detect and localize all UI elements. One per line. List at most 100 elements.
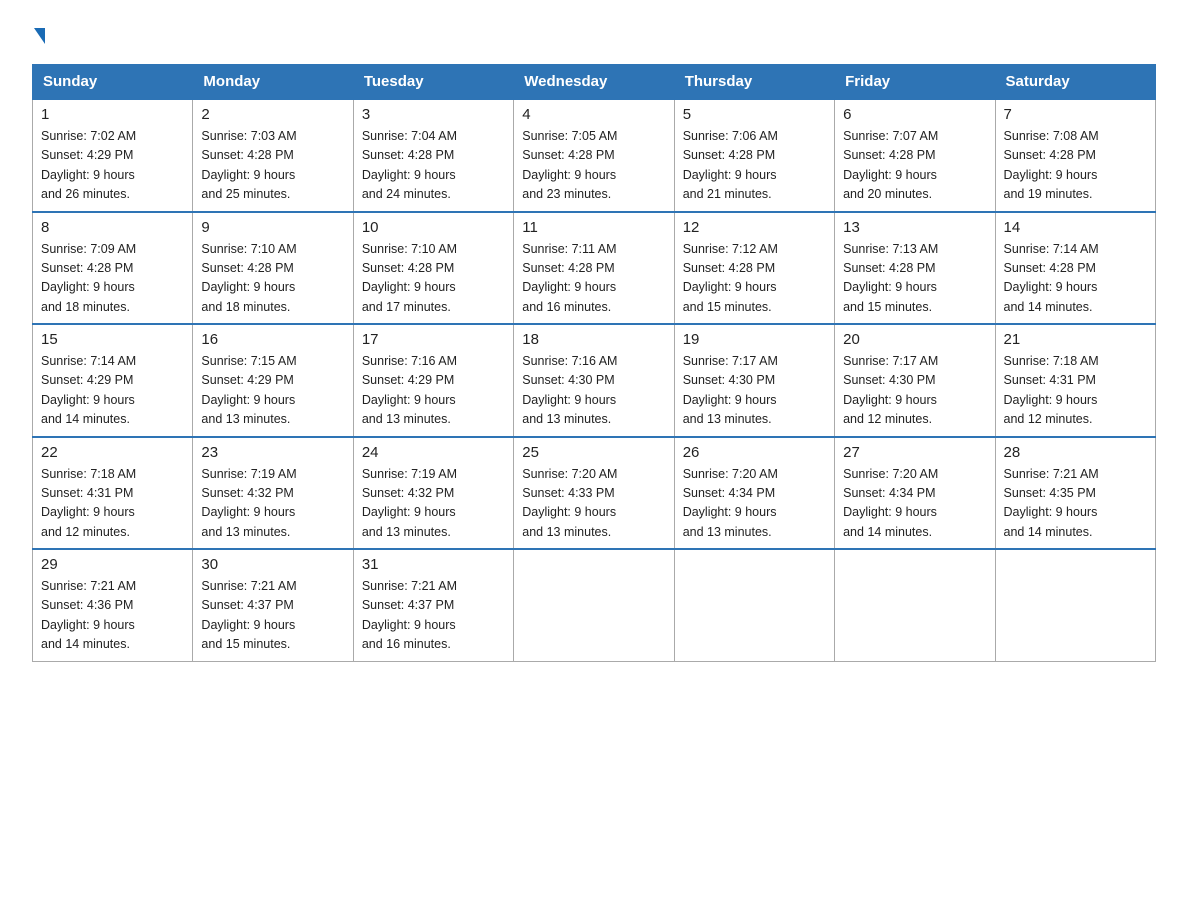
calendar-cell: 15 Sunrise: 7:14 AM Sunset: 4:29 PM Dayl… bbox=[33, 324, 193, 437]
cell-content: 17 Sunrise: 7:16 AM Sunset: 4:29 PM Dayl… bbox=[362, 331, 505, 430]
day-info: Sunrise: 7:02 AM Sunset: 4:29 PM Dayligh… bbox=[41, 127, 184, 205]
day-number: 12 bbox=[683, 219, 826, 236]
day-header-thursday: Thursday bbox=[674, 65, 834, 100]
cell-content: 31 Sunrise: 7:21 AM Sunset: 4:37 PM Dayl… bbox=[362, 556, 505, 655]
calendar-cell bbox=[995, 549, 1155, 661]
page-header bbox=[32, 24, 1156, 44]
calendar-cell: 7 Sunrise: 7:08 AM Sunset: 4:28 PM Dayli… bbox=[995, 99, 1155, 212]
day-number: 27 bbox=[843, 444, 986, 461]
calendar-cell: 10 Sunrise: 7:10 AM Sunset: 4:28 PM Dayl… bbox=[353, 212, 513, 325]
calendar-cell: 28 Sunrise: 7:21 AM Sunset: 4:35 PM Dayl… bbox=[995, 437, 1155, 550]
day-info: Sunrise: 7:16 AM Sunset: 4:29 PM Dayligh… bbox=[362, 352, 505, 430]
calendar-cell: 14 Sunrise: 7:14 AM Sunset: 4:28 PM Dayl… bbox=[995, 212, 1155, 325]
day-info: Sunrise: 7:11 AM Sunset: 4:28 PM Dayligh… bbox=[522, 240, 665, 318]
calendar-week-3: 15 Sunrise: 7:14 AM Sunset: 4:29 PM Dayl… bbox=[33, 324, 1156, 437]
day-info: Sunrise: 7:21 AM Sunset: 4:37 PM Dayligh… bbox=[362, 577, 505, 655]
cell-content: 3 Sunrise: 7:04 AM Sunset: 4:28 PM Dayli… bbox=[362, 106, 505, 205]
day-info: Sunrise: 7:12 AM Sunset: 4:28 PM Dayligh… bbox=[683, 240, 826, 318]
calendar-cell: 11 Sunrise: 7:11 AM Sunset: 4:28 PM Dayl… bbox=[514, 212, 674, 325]
day-number: 3 bbox=[362, 106, 505, 123]
calendar-cell: 31 Sunrise: 7:21 AM Sunset: 4:37 PM Dayl… bbox=[353, 549, 513, 661]
day-number: 25 bbox=[522, 444, 665, 461]
day-number: 4 bbox=[522, 106, 665, 123]
day-number: 11 bbox=[522, 219, 665, 236]
day-header-friday: Friday bbox=[835, 65, 995, 100]
cell-content: 2 Sunrise: 7:03 AM Sunset: 4:28 PM Dayli… bbox=[201, 106, 344, 205]
cell-content: 22 Sunrise: 7:18 AM Sunset: 4:31 PM Dayl… bbox=[41, 444, 184, 543]
calendar-cell: 29 Sunrise: 7:21 AM Sunset: 4:36 PM Dayl… bbox=[33, 549, 193, 661]
day-info: Sunrise: 7:14 AM Sunset: 4:28 PM Dayligh… bbox=[1004, 240, 1147, 318]
day-info: Sunrise: 7:10 AM Sunset: 4:28 PM Dayligh… bbox=[201, 240, 344, 318]
calendar-cell: 18 Sunrise: 7:16 AM Sunset: 4:30 PM Dayl… bbox=[514, 324, 674, 437]
calendar-header-row: SundayMondayTuesdayWednesdayThursdayFrid… bbox=[33, 65, 1156, 100]
day-number: 26 bbox=[683, 444, 826, 461]
day-number: 20 bbox=[843, 331, 986, 348]
day-info: Sunrise: 7:21 AM Sunset: 4:37 PM Dayligh… bbox=[201, 577, 344, 655]
day-number: 10 bbox=[362, 219, 505, 236]
calendar-cell: 9 Sunrise: 7:10 AM Sunset: 4:28 PM Dayli… bbox=[193, 212, 353, 325]
day-header-tuesday: Tuesday bbox=[353, 65, 513, 100]
calendar-cell bbox=[674, 549, 834, 661]
day-header-wednesday: Wednesday bbox=[514, 65, 674, 100]
cell-content: 9 Sunrise: 7:10 AM Sunset: 4:28 PM Dayli… bbox=[201, 219, 344, 318]
cell-content: 21 Sunrise: 7:18 AM Sunset: 4:31 PM Dayl… bbox=[1004, 331, 1147, 430]
day-number: 16 bbox=[201, 331, 344, 348]
day-info: Sunrise: 7:20 AM Sunset: 4:33 PM Dayligh… bbox=[522, 465, 665, 543]
calendar-cell: 4 Sunrise: 7:05 AM Sunset: 4:28 PM Dayli… bbox=[514, 99, 674, 212]
day-info: Sunrise: 7:19 AM Sunset: 4:32 PM Dayligh… bbox=[201, 465, 344, 543]
cell-content: 11 Sunrise: 7:11 AM Sunset: 4:28 PM Dayl… bbox=[522, 219, 665, 318]
calendar-week-2: 8 Sunrise: 7:09 AM Sunset: 4:28 PM Dayli… bbox=[33, 212, 1156, 325]
calendar-cell: 24 Sunrise: 7:19 AM Sunset: 4:32 PM Dayl… bbox=[353, 437, 513, 550]
calendar-cell bbox=[514, 549, 674, 661]
day-number: 15 bbox=[41, 331, 184, 348]
cell-content: 30 Sunrise: 7:21 AM Sunset: 4:37 PM Dayl… bbox=[201, 556, 344, 655]
calendar-cell: 19 Sunrise: 7:17 AM Sunset: 4:30 PM Dayl… bbox=[674, 324, 834, 437]
cell-content: 5 Sunrise: 7:06 AM Sunset: 4:28 PM Dayli… bbox=[683, 106, 826, 205]
day-info: Sunrise: 7:20 AM Sunset: 4:34 PM Dayligh… bbox=[683, 465, 826, 543]
day-number: 23 bbox=[201, 444, 344, 461]
cell-content: 14 Sunrise: 7:14 AM Sunset: 4:28 PM Dayl… bbox=[1004, 219, 1147, 318]
cell-content: 12 Sunrise: 7:12 AM Sunset: 4:28 PM Dayl… bbox=[683, 219, 826, 318]
day-info: Sunrise: 7:17 AM Sunset: 4:30 PM Dayligh… bbox=[683, 352, 826, 430]
calendar-week-1: 1 Sunrise: 7:02 AM Sunset: 4:29 PM Dayli… bbox=[33, 99, 1156, 212]
day-number: 28 bbox=[1004, 444, 1147, 461]
calendar-cell: 12 Sunrise: 7:12 AM Sunset: 4:28 PM Dayl… bbox=[674, 212, 834, 325]
day-info: Sunrise: 7:03 AM Sunset: 4:28 PM Dayligh… bbox=[201, 127, 344, 205]
cell-content: 7 Sunrise: 7:08 AM Sunset: 4:28 PM Dayli… bbox=[1004, 106, 1147, 205]
calendar-cell: 27 Sunrise: 7:20 AM Sunset: 4:34 PM Dayl… bbox=[835, 437, 995, 550]
day-info: Sunrise: 7:08 AM Sunset: 4:28 PM Dayligh… bbox=[1004, 127, 1147, 205]
day-header-monday: Monday bbox=[193, 65, 353, 100]
day-number: 30 bbox=[201, 556, 344, 573]
day-info: Sunrise: 7:10 AM Sunset: 4:28 PM Dayligh… bbox=[362, 240, 505, 318]
cell-content: 15 Sunrise: 7:14 AM Sunset: 4:29 PM Dayl… bbox=[41, 331, 184, 430]
cell-content: 20 Sunrise: 7:17 AM Sunset: 4:30 PM Dayl… bbox=[843, 331, 986, 430]
day-number: 6 bbox=[843, 106, 986, 123]
day-number: 9 bbox=[201, 219, 344, 236]
logo bbox=[32, 24, 45, 44]
cell-content: 1 Sunrise: 7:02 AM Sunset: 4:29 PM Dayli… bbox=[41, 106, 184, 205]
day-number: 7 bbox=[1004, 106, 1147, 123]
day-info: Sunrise: 7:18 AM Sunset: 4:31 PM Dayligh… bbox=[41, 465, 184, 543]
calendar-cell: 20 Sunrise: 7:17 AM Sunset: 4:30 PM Dayl… bbox=[835, 324, 995, 437]
day-info: Sunrise: 7:13 AM Sunset: 4:28 PM Dayligh… bbox=[843, 240, 986, 318]
day-number: 19 bbox=[683, 331, 826, 348]
calendar-cell: 26 Sunrise: 7:20 AM Sunset: 4:34 PM Dayl… bbox=[674, 437, 834, 550]
day-number: 29 bbox=[41, 556, 184, 573]
day-info: Sunrise: 7:04 AM Sunset: 4:28 PM Dayligh… bbox=[362, 127, 505, 205]
day-info: Sunrise: 7:07 AM Sunset: 4:28 PM Dayligh… bbox=[843, 127, 986, 205]
cell-content: 23 Sunrise: 7:19 AM Sunset: 4:32 PM Dayl… bbox=[201, 444, 344, 543]
day-header-saturday: Saturday bbox=[995, 65, 1155, 100]
day-header-sunday: Sunday bbox=[33, 65, 193, 100]
calendar-cell: 8 Sunrise: 7:09 AM Sunset: 4:28 PM Dayli… bbox=[33, 212, 193, 325]
day-number: 17 bbox=[362, 331, 505, 348]
calendar-cell: 23 Sunrise: 7:19 AM Sunset: 4:32 PM Dayl… bbox=[193, 437, 353, 550]
day-info: Sunrise: 7:20 AM Sunset: 4:34 PM Dayligh… bbox=[843, 465, 986, 543]
calendar-table: SundayMondayTuesdayWednesdayThursdayFrid… bbox=[32, 64, 1156, 662]
day-number: 21 bbox=[1004, 331, 1147, 348]
cell-content: 16 Sunrise: 7:15 AM Sunset: 4:29 PM Dayl… bbox=[201, 331, 344, 430]
cell-content: 4 Sunrise: 7:05 AM Sunset: 4:28 PM Dayli… bbox=[522, 106, 665, 205]
calendar-cell: 25 Sunrise: 7:20 AM Sunset: 4:33 PM Dayl… bbox=[514, 437, 674, 550]
calendar-cell: 16 Sunrise: 7:15 AM Sunset: 4:29 PM Dayl… bbox=[193, 324, 353, 437]
day-info: Sunrise: 7:15 AM Sunset: 4:29 PM Dayligh… bbox=[201, 352, 344, 430]
day-number: 1 bbox=[41, 106, 184, 123]
